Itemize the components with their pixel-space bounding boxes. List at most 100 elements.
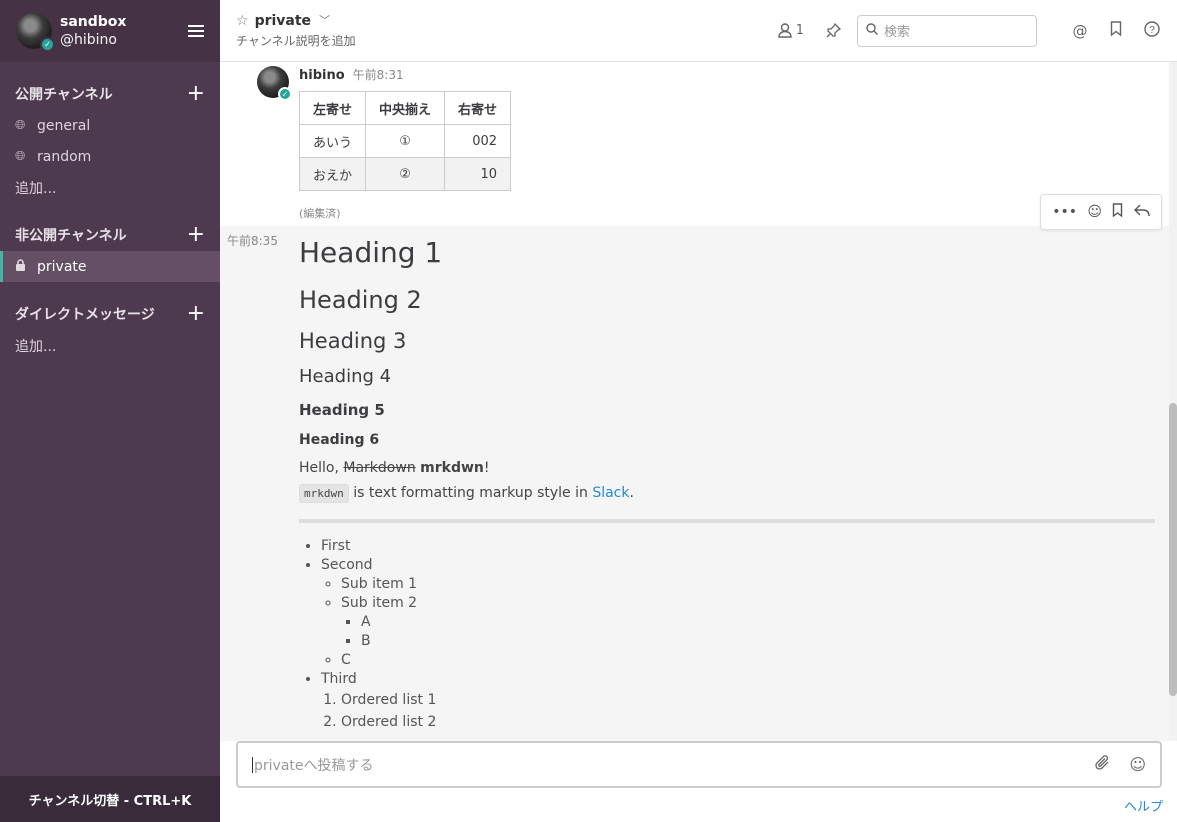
public-channels-section: 公開チャンネル + 🌐︎ general 🌐︎ random 追加...	[0, 78, 220, 203]
svg-text:?: ?	[1149, 25, 1155, 36]
heading-4: Heading 4	[299, 366, 392, 387]
add-more-link[interactable]: 追加...	[0, 172, 220, 203]
message-list[interactable]: ✓ hibino 午前8:31 左寄せ 中央揃え 右寄せ あいう ① 002 お…	[220, 62, 1169, 741]
post[interactable]: ✓ hibino 午前8:31 左寄せ 中央揃え 右寄せ あいう ① 002 お…	[220, 62, 1169, 225]
sidebar-item-label: private	[37, 258, 87, 275]
add-public-channel-icon[interactable]: +	[187, 83, 205, 105]
markdown-table: 左寄せ 中央揃え 右寄せ あいう ① 002 おえか ② 10	[298, 91, 512, 191]
post-timestamp[interactable]: 午前8:35	[227, 232, 278, 249]
sidebar-item-label: general	[37, 117, 91, 134]
table-cell: 002	[444, 124, 512, 158]
text: !	[483, 460, 490, 476]
strikethrough-text: Markdown	[343, 460, 416, 476]
saved-items-icon[interactable]	[1107, 21, 1125, 40]
heading-5: Heading 5	[299, 401, 385, 419]
member-list-button[interactable]: 1	[778, 23, 804, 38]
avatar[interactable]: ✓	[16, 13, 55, 52]
table-header: 中央揃え	[365, 91, 446, 125]
sidebar-item-general[interactable]: 🌐︎ general	[0, 110, 220, 141]
channel-description-link[interactable]: チャンネル説明を追加	[236, 32, 356, 50]
search-placeholder: 検索	[884, 25, 911, 40]
text-cursor	[252, 756, 253, 773]
heading-3: Heading 3	[299, 329, 407, 353]
globe-icon: 🌐︎	[15, 149, 26, 164]
sidebar-item-label: random	[37, 148, 92, 165]
post-author[interactable]: hibino	[299, 68, 345, 83]
list-item: A	[361, 613, 1169, 632]
main-menu-icon[interactable]	[188, 25, 204, 37]
mentions-icon[interactable]: @	[1071, 22, 1089, 40]
list-item: Sub item 2 A B	[341, 594, 1169, 651]
table-header: 左寄せ	[298, 91, 367, 125]
slack-link[interactable]: Slack	[592, 485, 629, 501]
channel-name[interactable]: private	[255, 12, 312, 30]
sidebar-header: ✓ sandbox @hibino	[0, 0, 220, 62]
online-status-icon: ✓	[40, 37, 55, 52]
scrollbar-thumb[interactable]	[1169, 403, 1177, 696]
edited-indicator: (編集済)	[299, 207, 341, 220]
section-title: ダイレクトメッセージ	[15, 307, 155, 323]
reply-icon[interactable]	[1133, 204, 1150, 221]
add-more-link[interactable]: 追加...	[0, 330, 220, 361]
heading-6: Heading 6	[299, 432, 380, 448]
list-item-label: Third	[321, 671, 357, 687]
sidebar-item-random[interactable]: 🌐︎ random	[0, 141, 220, 172]
main-area: ☆ private ﹀ チャンネル説明を追加 1 検索 @ ? ✓ hibino…	[220, 0, 1177, 822]
text: .	[629, 485, 634, 501]
sidebar: ✓ sandbox @hibino 公開チャンネル + 🌐︎ general 🌐…	[0, 0, 220, 822]
section-title: 公開チャンネル	[15, 87, 113, 103]
channel-switcher-button[interactable]: チャンネル切替 - CTRL+K	[0, 776, 220, 822]
add-private-channel-icon[interactable]: +	[187, 224, 205, 246]
post-timestamp[interactable]: 午前8:31	[353, 66, 404, 83]
bullet-list: First Second Sub item 1 Sub item 2 A B C…	[321, 537, 1169, 733]
message-input-placeholder: privateへ投稿する	[254, 757, 374, 774]
post-hover-menu: ••• ☺	[1040, 194, 1162, 230]
more-actions-icon[interactable]: •••	[1052, 204, 1077, 220]
emoji-reaction-icon[interactable]: ☺	[1087, 204, 1102, 220]
help-icon[interactable]: ?	[1143, 20, 1161, 41]
chevron-down-icon[interactable]: ﹀	[319, 12, 330, 30]
mrkdwn-paragraph: mrkdwn is text formatting markup style i…	[299, 484, 1169, 503]
help-link[interactable]: ヘルプ	[1124, 796, 1163, 815]
list-item: B	[361, 632, 1169, 651]
bold-text: mrkdwn	[420, 460, 484, 476]
text: is text formatting markup style in	[348, 485, 593, 501]
sidebar-item-private[interactable]: private	[0, 251, 220, 282]
horizontal-rule	[299, 519, 1155, 523]
text: Hello,	[299, 460, 344, 476]
list-item: Ordered list 2	[341, 711, 1169, 733]
team-name: sandbox	[60, 14, 127, 30]
list-item: Third Ordered list 1 Ordered list 2	[321, 670, 1169, 733]
message-input[interactable]: privateへ投稿する ☺	[236, 741, 1162, 788]
direct-messages-section: ダイレクトメッセージ + 追加...	[0, 298, 220, 361]
table-row: あいう ① 002	[298, 124, 512, 158]
table-cell: ②	[365, 157, 446, 191]
list-item-label: Sub item 2	[341, 595, 418, 611]
lock-icon	[15, 258, 29, 275]
table-row: おえか ② 10	[298, 157, 512, 191]
user-handle: @hibino	[60, 32, 117, 48]
member-count: 1	[795, 23, 804, 38]
table-cell: 10	[444, 157, 512, 191]
attachment-icon[interactable]	[1095, 754, 1111, 775]
emoji-picker-icon[interactable]: ☺	[1129, 755, 1146, 775]
channel-header: ☆ private ﹀ チャンネル説明を追加 1 検索 @ ?	[220, 0, 1177, 62]
add-direct-message-icon[interactable]: +	[187, 303, 205, 325]
hello-paragraph: Hello, Markdown mrkdwn!	[299, 460, 1169, 476]
list-item: Sub item 1	[341, 575, 1169, 594]
table-cell: おえか	[298, 157, 367, 191]
pinned-posts-icon[interactable]	[826, 23, 841, 38]
table-cell: ①	[365, 124, 446, 158]
favorite-star-icon[interactable]: ☆	[236, 12, 249, 30]
globe-icon: 🌐︎	[15, 118, 26, 133]
avatar[interactable]: ✓	[257, 66, 292, 101]
save-post-icon[interactable]	[1112, 203, 1123, 221]
post[interactable]: 午前8:35 Heading 1 Heading 2 Heading 3 Hea…	[220, 226, 1169, 741]
list-item: First	[321, 537, 1169, 556]
member-icon	[778, 23, 792, 38]
search-icon	[866, 22, 878, 39]
table-header: 右寄せ	[444, 91, 512, 125]
search-input[interactable]: 検索	[857, 14, 1037, 47]
online-status-icon: ✓	[278, 87, 292, 101]
table-cell: あいう	[298, 124, 367, 158]
